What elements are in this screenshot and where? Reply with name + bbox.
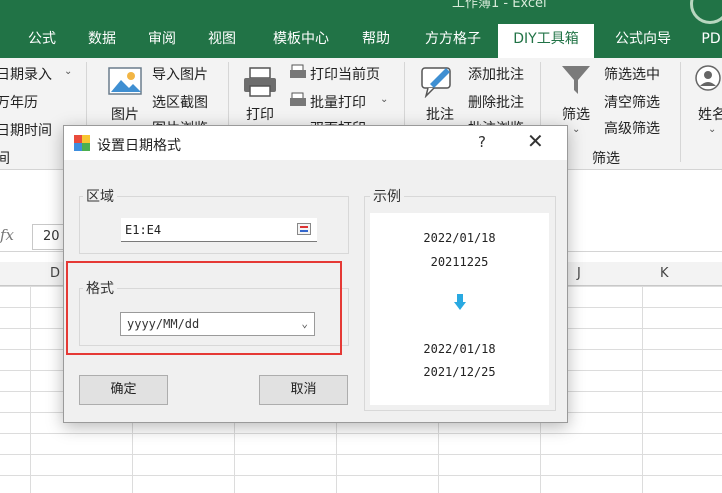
dialog-title: 设置日期格式 (97, 138, 181, 154)
example-input-2: 20211225 (430, 255, 489, 269)
ribbon-advanced-filter[interactable]: 高级筛选 (604, 118, 660, 138)
image-icon (108, 67, 142, 95)
comment-pen-icon (421, 67, 451, 98)
account-avatar[interactable] (690, 0, 722, 24)
ribbon-calendar[interactable]: 万年历 (0, 92, 38, 112)
comment-button[interactable]: 批注 (426, 104, 454, 124)
ribbon-separator (680, 62, 681, 162)
set-date-format-dialog: 设置日期格式 ? ✕ 区域 E1:E4 格式 yyyy/MM/dd ⌄ 确定 取… (63, 125, 568, 423)
ribbon-filter-selected[interactable]: 筛选选中 (604, 64, 660, 84)
cancel-button[interactable]: 取消 (259, 375, 348, 405)
example-panel: 2022/01/18 20211225 2022/01/18 2021/12/2… (370, 213, 549, 405)
format-highlight-box (66, 261, 342, 355)
image-button[interactable]: 图片 (111, 104, 139, 124)
tab-diy-toolbox[interactable]: DIY工具箱 (498, 24, 594, 58)
tab-data[interactable]: 数据 (78, 24, 126, 58)
name-dropdown-icon[interactable]: ⌄ (708, 124, 716, 135)
filter-funnel-icon (562, 66, 590, 94)
date-entry-dropdown-icon[interactable]: ⌄ (64, 66, 72, 77)
tab-fangfang[interactable]: 方方格子 (414, 24, 492, 58)
tab-review[interactable]: 审阅 (138, 24, 186, 58)
help-button[interactable]: ? (478, 133, 486, 151)
filter-button[interactable]: 筛选 (562, 104, 590, 124)
window-title: 工作簿1 - Excel (452, 0, 547, 11)
range-label: 区域 (83, 186, 117, 206)
tab-formulas[interactable]: 公式 (18, 24, 66, 58)
fx-icon[interactable]: fx (0, 226, 22, 248)
batch-print-icon (290, 92, 306, 106)
column-header-j[interactable]: J (577, 266, 581, 281)
ribbon-clear-filter[interactable]: 清空筛选 (604, 92, 660, 112)
ribbon-import-image[interactable]: 导入图片 (152, 64, 208, 84)
tab-view[interactable]: 视图 (198, 24, 246, 58)
batch-print-dropdown-icon[interactable]: ⌄ (380, 94, 388, 105)
ribbon-filter-group-label: 筛选 (592, 151, 620, 167)
name-button[interactable]: 姓名 (698, 104, 722, 124)
arrow-down-icon (454, 294, 466, 310)
ribbon-region-screenshot[interactable]: 选区截图 (152, 92, 208, 112)
print-page-icon (290, 64, 306, 78)
app-icon (74, 135, 90, 151)
range-input[interactable]: E1:E4 (121, 218, 317, 242)
range-select-icon[interactable] (297, 223, 311, 235)
example-output-1: 2022/01/18 (423, 342, 496, 356)
tab-pdf[interactable]: PD (696, 24, 722, 58)
example-input-1: 2022/01/18 (423, 231, 496, 245)
printer-icon (244, 67, 276, 97)
ok-button[interactable]: 确定 (79, 375, 168, 405)
ribbon-delete-comment[interactable]: 删除批注 (468, 92, 524, 112)
ribbon-batch-print[interactable]: 批量打印 (310, 92, 366, 112)
filter-dropdown-icon[interactable]: ⌄ (572, 124, 580, 135)
example-output-2: 2021/12/25 (423, 365, 496, 379)
column-header-k[interactable]: K (660, 266, 669, 281)
dialog-title-bar: 设置日期格式 ? ✕ (64, 126, 567, 160)
tab-help[interactable]: 帮助 (352, 24, 400, 58)
person-icon (695, 65, 721, 91)
ribbon-print-current-page[interactable]: 打印当前页 (310, 64, 380, 84)
example-label: 示例 (370, 186, 404, 206)
tab-template-center[interactable]: 模板中心 (262, 24, 340, 58)
column-header-d[interactable]: D (50, 266, 60, 281)
close-icon[interactable]: ✕ (527, 129, 544, 153)
print-button[interactable]: 打印 (246, 104, 274, 124)
ribbon-add-comment[interactable]: 添加批注 (468, 64, 524, 84)
ribbon-interval[interactable]: 间 (0, 148, 10, 168)
tab-formula-wizard[interactable]: 公式向导 (604, 24, 682, 58)
ribbon-datetime[interactable]: 日期时间 (0, 120, 52, 140)
ribbon-date-entry[interactable]: 日期录入 (0, 64, 52, 84)
